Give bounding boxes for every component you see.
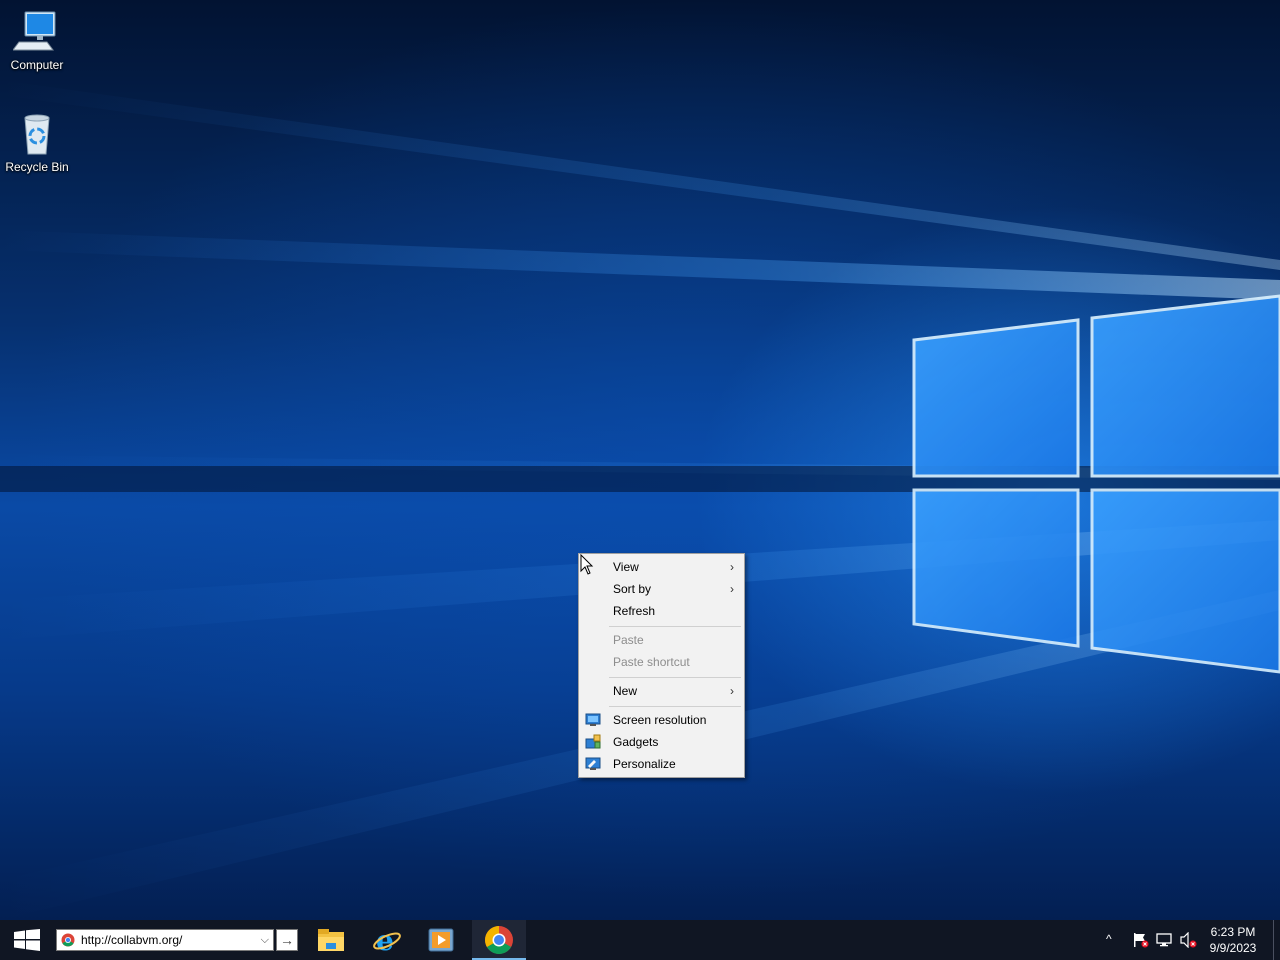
menu-item-refresh[interactable]: Refresh <box>581 600 742 622</box>
system-tray: ^ <box>1100 920 1200 960</box>
clock-date: 9/9/2023 <box>1209 941 1257 955</box>
windows-logo-icon <box>14 929 40 951</box>
volume-muted-icon[interactable] <box>1180 931 1198 949</box>
chevron-down-icon[interactable]: ⌵ <box>261 930 269 950</box>
file-explorer-icon <box>318 929 344 951</box>
mouse-cursor-icon <box>580 553 594 581</box>
chrome-icon <box>61 933 75 953</box>
chevron-right-icon: › <box>730 582 734 596</box>
chevron-right-icon: › <box>730 560 734 574</box>
go-button[interactable]: → <box>276 929 298 951</box>
menu-item-label: Screen resolution <box>613 713 707 727</box>
desktop-context-menu: View › Sort by › Refresh Paste Paste sho… <box>578 553 745 778</box>
menu-item-sort-by[interactable]: Sort by › <box>581 578 742 600</box>
chrome-icon <box>485 926 513 954</box>
internet-explorer-icon: e <box>373 925 401 955</box>
menu-item-view[interactable]: View › <box>581 556 742 578</box>
network-icon[interactable] <box>1156 932 1174 948</box>
menu-item-gadgets[interactable]: Gadgets <box>581 731 742 753</box>
windows-light-rays <box>0 80 1280 920</box>
screen-resolution-icon <box>585 712 601 728</box>
show-desktop-button[interactable] <box>1273 920 1280 960</box>
menu-item-label: Paste shortcut <box>613 655 690 669</box>
chevron-right-icon: › <box>730 684 734 698</box>
taskbar-app-internet-explorer[interactable]: e <box>360 920 414 960</box>
menu-item-new[interactable]: New › <box>581 680 742 702</box>
recycle-bin-icon <box>13 110 61 158</box>
gadgets-icon <box>585 734 601 750</box>
desktop-icon-label: Computer <box>10 58 64 72</box>
desktop-wallpaper[interactable] <box>0 0 1280 920</box>
menu-item-label: Paste <box>613 633 644 647</box>
menu-item-label: New <box>613 684 638 698</box>
menu-item-label: Refresh <box>613 604 656 618</box>
computer-icon <box>12 8 61 56</box>
menu-item-label: Personalize <box>613 757 676 771</box>
menu-item-screen-resolution[interactable]: Screen resolution <box>581 709 742 731</box>
media-player-icon <box>428 928 454 952</box>
menu-item-paste[interactable]: Paste <box>581 629 742 651</box>
show-hidden-icons-chevron-icon[interactable]: ^ <box>1106 932 1112 946</box>
clock-time: 6:23 PM <box>1210 925 1256 939</box>
menu-separator <box>609 706 741 707</box>
action-center-flag-icon[interactable] <box>1132 932 1150 948</box>
menu-item-label: Gadgets <box>613 735 659 749</box>
personalize-icon <box>585 756 601 772</box>
taskbar-app-media-player[interactable] <box>414 920 468 960</box>
desktop-icon-recycle-bin[interactable]: Recycle Bin <box>0 110 74 175</box>
taskbar-app-file-explorer[interactable] <box>304 920 358 960</box>
taskbar: http://collabvm.org/ ⌵ → e ^ 6:23 PM 9/9… <box>0 920 1280 960</box>
taskbar-app-chrome[interactable] <box>472 920 526 960</box>
menu-item-label: View <box>613 560 639 574</box>
menu-separator <box>609 677 741 678</box>
desktop-icon-label: Recycle Bin <box>5 160 69 174</box>
taskbar-clock[interactable]: 6:23 PM 9/9/2023 <box>1200 924 1266 956</box>
menu-item-label: Sort by <box>613 582 652 596</box>
address-toolbar-input[interactable]: http://collabvm.org/ ⌵ <box>56 929 274 951</box>
menu-item-personalize[interactable]: Personalize <box>581 753 742 775</box>
desktop-icon-computer[interactable]: Computer <box>0 8 74 73</box>
menu-item-paste-shortcut[interactable]: Paste shortcut <box>581 651 742 673</box>
start-button[interactable] <box>0 920 54 960</box>
address-url-text: http://collabvm.org/ <box>81 933 183 947</box>
menu-separator <box>609 626 741 627</box>
